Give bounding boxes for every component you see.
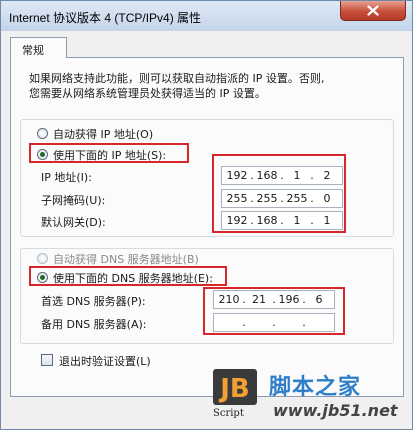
auto-dns-label[interactable]: 自动获得 DNS 服务器地址(B) (53, 251, 199, 267)
validate-on-exit-checkbox[interactable] (41, 354, 53, 366)
alternate-dns-label: 备用 DNS 服务器(A): (41, 318, 147, 331)
close-icon (367, 5, 379, 16)
auto-ip-label[interactable]: 自动获得 IP 地址(O) (53, 126, 153, 142)
subnet-mask-label: 子网掩码(U): (41, 194, 106, 207)
validate-on-exit-label[interactable]: 退出时验证设置(L) (59, 353, 151, 369)
auto-dns-radio[interactable] (37, 253, 48, 264)
description-line-1: 如果网络支持此功能，则可以获取自动指派的 IP 设置。否则, (29, 72, 325, 85)
ip-address-label: IP 地址(I): (41, 171, 92, 184)
svg-text:JB: JB (218, 374, 250, 404)
title-bar[interactable]: Internet 协议版本 4 (TCP/IPv4) 属性 (1, 1, 412, 31)
brand-name: 脚本之家 (269, 375, 362, 400)
window-title: Internet 协议版本 4 (TCP/IPv4) 属性 (9, 11, 202, 25)
auto-ip-radio[interactable] (37, 128, 48, 139)
description-line-2: 您需要从网络系统管理员处获得适当的 IP 设置。 (29, 87, 266, 100)
highlight-dns-fields (203, 287, 345, 335)
highlight-manual-dns (29, 266, 227, 286)
site-watermark: JB Script 脚本之家 www.jb51.net (209, 367, 409, 429)
preferred-dns-label: 首选 DNS 服务器(P): (41, 295, 146, 308)
default-gateway-label: 默认网关(D): (41, 216, 106, 229)
highlight-ip-fields (212, 154, 346, 233)
close-button[interactable] (340, 1, 406, 21)
tab-general[interactable]: 常规 (10, 37, 67, 58)
brand-url: www.jb51.net (273, 401, 398, 420)
dialog-window: Internet 协议版本 4 (TCP/IPv4) 属性 常规 如果网络支持此… (0, 0, 413, 430)
logo-caption: Script (213, 408, 244, 419)
jb51-logo: JB (213, 369, 257, 405)
highlight-manual-ip (29, 143, 189, 163)
tab-general-label: 常规 (22, 44, 44, 57)
